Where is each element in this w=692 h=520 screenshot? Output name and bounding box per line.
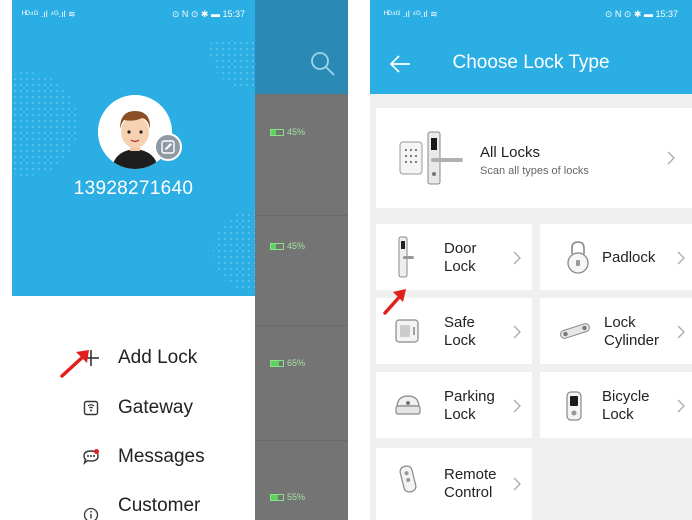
chevron-right-icon	[677, 251, 685, 265]
battery-indicator: 45%	[270, 127, 305, 137]
menu-item-messages[interactable]: Messages	[12, 435, 255, 479]
lock-type-padlock[interactable]: Padlock	[540, 224, 692, 290]
lock-type-remote-control[interactable]: Remote Control	[376, 448, 532, 520]
drawer-header: ᴴᴰ⁴ᴳ .ıl ⁴ᴳ.ıl ≋ ⊙ N ⊙ ✱ ▬ 15:37 1392827…	[12, 0, 255, 296]
dot-pattern-decoration	[210, 40, 255, 90]
menu-item-label: Gateway	[118, 397, 193, 418]
lock-type-label: Lock Cylinder	[604, 314, 660, 349]
status-bar: ᴴᴰ⁴ᴳ .ıl ⁴ᴳ.ıl ≋ ⊙ N ⊙ ✱ ▬ 15:37	[22, 8, 245, 19]
menu-item-label: Messages	[118, 446, 205, 467]
account-phone-number: 13928271640	[73, 178, 194, 199]
chevron-right-icon	[667, 151, 675, 165]
lock-type-label: Door Lock	[444, 240, 477, 275]
red-arrow-annotation	[60, 350, 89, 378]
lock-type-lock-cylinder[interactable]: Lock Cylinder	[540, 298, 692, 364]
background-lock-list: 45% 45% 65% 55%	[255, 0, 348, 520]
battery-indicator: 45%	[270, 241, 305, 251]
chevron-right-icon	[677, 325, 685, 339]
lock-type-label: Bicycle Lock	[602, 388, 650, 423]
chevron-right-icon	[513, 399, 521, 413]
menu-item-add-lock[interactable]: Add Lock	[12, 336, 255, 380]
all-locks-title: All Locks	[480, 144, 541, 161]
battery-icon	[270, 493, 284, 501]
lock-cylinder-icon	[560, 323, 590, 339]
remote-control-icon	[399, 465, 417, 493]
lock-type-door-lock[interactable]: Door Lock	[376, 224, 532, 290]
info-icon	[82, 506, 100, 520]
battery-icon	[270, 359, 284, 367]
lock-type-bicycle-lock[interactable]: Bicycle Lock	[540, 372, 692, 438]
menu-item-gateway[interactable]: Gateway	[12, 386, 255, 430]
search-icon[interactable]	[309, 50, 337, 78]
chevron-right-icon	[513, 325, 521, 339]
edit-avatar-button[interactable]	[154, 133, 182, 161]
page-title: Choose Lock Type	[452, 52, 610, 73]
battery-indicator: 55%	[270, 492, 305, 502]
menu-item-label: Customer	[118, 495, 201, 516]
all-locks-subtitle: Scan all types of locks	[480, 165, 589, 177]
all-locks-card[interactable]: All Locks Scan all types of locks	[376, 108, 692, 208]
bicycle-lock-icon	[566, 391, 582, 421]
chevron-right-icon	[513, 251, 521, 265]
door-lock-icon	[398, 236, 414, 278]
lock-type-label: Parking Lock	[444, 388, 495, 423]
app-header: ᴴᴰ⁴ᴳ .ıl ⁴ᴳ.ıl ≋ ⊙ N ⊙ ✱ ▬ 15:37 Choose …	[370, 0, 692, 94]
lock-type-parking-lock[interactable]: Parking Lock	[376, 372, 532, 438]
battery-icon	[270, 128, 284, 136]
dot-pattern-decoration	[213, 209, 255, 293]
lock-type-label: Padlock	[602, 249, 656, 266]
parking-lock-icon	[395, 395, 421, 415]
chevron-right-icon	[513, 477, 521, 491]
red-arrow-annotation	[383, 289, 406, 315]
edit-icon	[161, 140, 175, 154]
dot-pattern-decoration	[12, 72, 78, 176]
lock-type-label: Safe Lock	[444, 314, 476, 349]
battery-indicator: 65%	[270, 358, 305, 368]
smart-lock-icon	[399, 131, 463, 185]
menu-item-customer[interactable]: Customer	[12, 484, 255, 520]
chat-bubble-icon	[82, 448, 100, 466]
right-phone-screen: ᴴᴰ⁴ᴳ .ıl ⁴ᴳ.ıl ≋ ⊙ N ⊙ ✱ ▬ 15:37 Choose …	[370, 0, 692, 520]
status-bar: ᴴᴰ⁴ᴳ .ıl ⁴ᴳ.ıl ≋ ⊙ N ⊙ ✱ ▬ 15:37	[384, 8, 678, 19]
left-phone-screen: 45% 45% 65% 55% ᴴᴰ⁴ᴳ .ıl ⁴ᴳ.ıl ≋ ⊙ N ⊙ ✱…	[12, 0, 348, 520]
battery-icon	[270, 242, 284, 250]
safe-lock-icon	[395, 319, 419, 343]
navigation-drawer: ᴴᴰ⁴ᴳ .ıl ⁴ᴳ.ıl ≋ ⊙ N ⊙ ✱ ▬ 15:37 1392827…	[12, 0, 255, 520]
padlock-icon	[567, 241, 589, 274]
lock-type-label: Remote Control	[444, 466, 497, 501]
menu-item-label: Add Lock	[118, 347, 198, 368]
gateway-icon	[82, 399, 100, 417]
chevron-right-icon	[677, 399, 685, 413]
stage: 45% 45% 65% 55% ᴴᴰ⁴ᴳ .ıl ⁴ᴳ.ıl ≋ ⊙ N ⊙ ✱…	[0, 0, 692, 520]
